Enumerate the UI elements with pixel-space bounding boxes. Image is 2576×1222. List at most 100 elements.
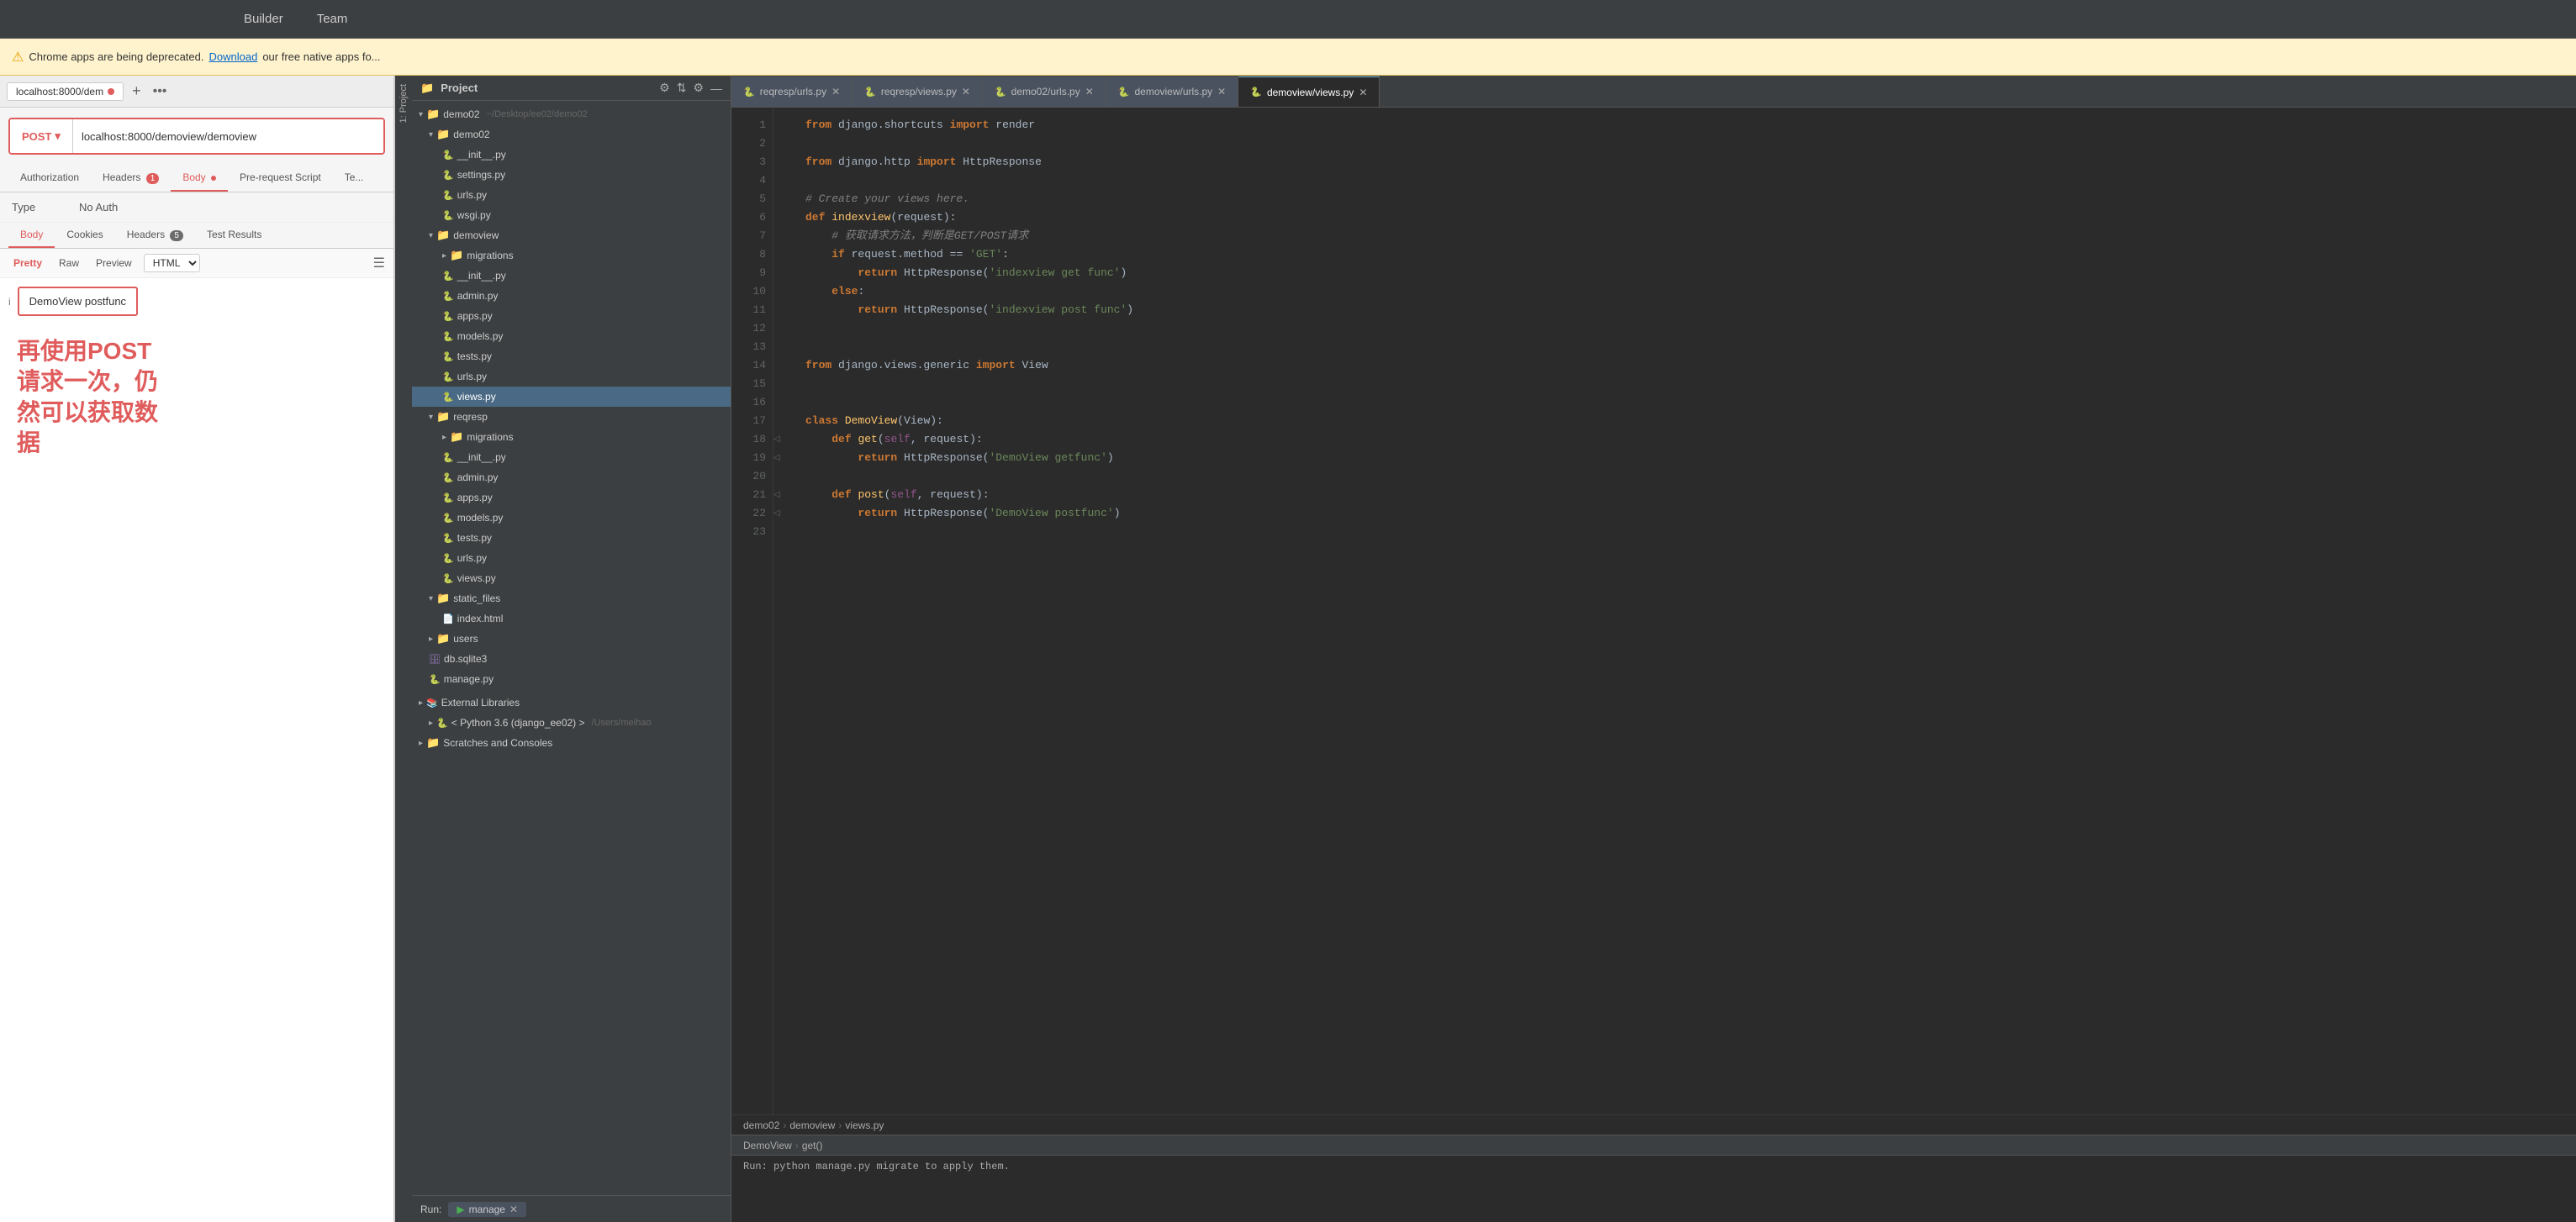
postman-panel: localhost:8000/dem + ••• POST ▾ Authoriz… xyxy=(0,76,395,1222)
root-label: demo02 xyxy=(443,108,479,120)
tree-tests2[interactable]: 🐍 tests.py xyxy=(412,528,731,548)
chinese-annotation: 再使用POST请求一次，仍然可以获取数据 xyxy=(8,319,385,467)
tab-body[interactable]: Body xyxy=(171,165,228,192)
tab-more-button[interactable]: ••• xyxy=(150,84,171,99)
tab-headers[interactable]: Headers 1 xyxy=(91,165,171,192)
body-tab-body[interactable]: Body xyxy=(8,223,55,248)
breadcrumb-item3: views.py xyxy=(845,1119,884,1131)
tree-python36[interactable]: ▸ 🐍 < Python 3.6 (django_ee02) > /Users/… xyxy=(412,713,731,733)
tree-init1[interactable]: 🐍 __init__.py xyxy=(412,145,731,165)
tab-demoview-views[interactable]: 🐍 demoview/views.py ✕ xyxy=(1238,76,1380,107)
body-tabs: Body Cookies Headers 5 Test Results xyxy=(0,223,393,249)
tree-admin2[interactable]: 🐍 admin.py xyxy=(412,467,731,487)
body-dot xyxy=(211,176,216,181)
tree-migrations2[interactable]: ▸ 📁 migrations xyxy=(412,427,731,447)
response-text: DemoView postfunc xyxy=(29,295,126,308)
builder-label: Builder xyxy=(244,12,283,26)
format-select[interactable]: HTML JSON XML Text xyxy=(144,254,200,272)
top-bar: Builder Team xyxy=(0,0,2576,39)
tab-demoview-urls[interactable]: 🐍 demoview/urls.py ✕ xyxy=(1106,76,1238,107)
demoview-breadcrumb: DemoView xyxy=(743,1140,792,1151)
tree-users[interactable]: ▸ 📁 users xyxy=(412,629,731,649)
url-input[interactable] xyxy=(73,119,383,153)
code-area: 12345 678910 1112131415 1617181920 21222… xyxy=(731,108,2576,1222)
tab-localhost[interactable]: localhost:8000/dem xyxy=(7,82,124,101)
tree-init3[interactable]: 🐍 __init__.py xyxy=(412,447,731,467)
format-tabs: Pretty Raw Preview HTML JSON XML Text ☰ xyxy=(0,249,393,278)
tree-admin1[interactable]: 🐍 admin.py xyxy=(412,286,731,306)
headers-badge: 1 xyxy=(146,173,160,184)
gear-icon[interactable]: ⚙ xyxy=(693,81,704,95)
body-tab-cookies[interactable]: Cookies xyxy=(55,223,114,248)
tree-urls1[interactable]: 🐍 urls.py xyxy=(412,185,731,205)
tree-settings[interactable]: 🐍 settings.py xyxy=(412,165,731,185)
tree-ext-libs[interactable]: ▸ 📚 External Libraries xyxy=(412,693,731,713)
project-title: Project xyxy=(441,82,652,94)
tree-manage[interactable]: 🐍 manage.py xyxy=(412,669,731,689)
minimize-icon[interactable]: — xyxy=(710,82,722,95)
tab-demo02-urls[interactable]: 🐍 demo02/urls.py ✕ xyxy=(983,76,1106,107)
tree-scratches[interactable]: ▸ 📁 Scratches and Consoles xyxy=(412,733,731,753)
type-row: Type No Auth xyxy=(0,192,393,223)
main-layout: localhost:8000/dem + ••• POST ▾ Authoriz… xyxy=(0,76,2576,1222)
breadcrumb-bar: demo02 › demoview › views.py xyxy=(731,1114,2576,1135)
editor-tabs: 🐍 reqresp/urls.py ✕ 🐍 reqresp/views.py ✕… xyxy=(731,76,2576,108)
unsaved-dot xyxy=(108,88,114,95)
output-panel: Run: python manage.py migrate to apply t… xyxy=(731,1155,2576,1222)
tree-views2[interactable]: 🐍 views.py xyxy=(412,568,731,588)
run-tab[interactable]: ▶ manage ✕ xyxy=(448,1202,526,1217)
tab-reqresp-views[interactable]: 🐍 reqresp/views.py ✕ xyxy=(853,76,983,107)
method-chevron: ▾ xyxy=(55,129,61,143)
tree-apps2[interactable]: 🐍 apps.py xyxy=(412,487,731,508)
line-indicator: i xyxy=(8,296,11,308)
tree-demo02[interactable]: ▾ 📁 demo02 xyxy=(412,124,731,145)
tree-migrations1[interactable]: ▸ 📁 migrations xyxy=(412,245,731,266)
method-button[interactable]: POST ▾ xyxy=(10,119,73,153)
tab-bar: localhost:8000/dem + ••• xyxy=(0,76,393,108)
settings-icon[interactable]: ⚙ xyxy=(659,81,670,95)
body-tab-test-results[interactable]: Test Results xyxy=(195,223,273,248)
body-tab-headers[interactable]: Headers 5 xyxy=(115,223,195,248)
warning-rest: our free native apps fo... xyxy=(262,50,380,63)
tab-authorization[interactable]: Authorization xyxy=(8,165,91,192)
tab-pre-request[interactable]: Pre-request Script xyxy=(228,165,333,192)
request-tabs: Authorization Headers 1 Body Pre-request… xyxy=(0,165,393,192)
warning-link[interactable]: Download xyxy=(209,50,257,63)
tree-wsgi[interactable]: 🐍 wsgi.py xyxy=(412,205,731,225)
format-icon[interactable]: ☰ xyxy=(373,255,385,271)
warning-text: Chrome apps are being deprecated. xyxy=(29,50,203,63)
tab-tests[interactable]: Te... xyxy=(333,165,376,192)
vertical-project-tab[interactable]: 1: Project xyxy=(395,76,412,1222)
split-icon[interactable]: ⇅ xyxy=(677,81,687,95)
tree-views1[interactable]: 🐍 views.py xyxy=(412,387,731,407)
response-area: i DemoView postfunc 再使用POST请求一次，仍然可以获取数据 xyxy=(0,278,393,1222)
tree-urls3[interactable]: 🐍 urls.py xyxy=(412,548,731,568)
fmt-raw[interactable]: Raw xyxy=(54,255,84,271)
tree-urls2[interactable]: 🐍 urls.py xyxy=(412,366,731,387)
tree-tests1[interactable]: 🐍 tests.py xyxy=(412,346,731,366)
tab-reqresp-urls[interactable]: 🐍 reqresp/urls.py ✕ xyxy=(731,76,853,107)
file-tree-header: 📁 Project ⚙ ⇅ ⚙ — xyxy=(412,76,731,101)
tree-index-html[interactable]: 📄 index.html xyxy=(412,608,731,629)
tree-root[interactable]: ▾ 📁 demo02 ~/Desktop/ee02/demo02 xyxy=(412,104,731,124)
code-editor[interactable]: from django.shortcuts import render from… xyxy=(794,108,2576,1114)
breadcrumb-item1: demo02 xyxy=(743,1119,779,1131)
tree-models2[interactable]: 🐍 models.py xyxy=(412,508,731,528)
tree-demoview[interactable]: ▾ 📁 demoview xyxy=(412,225,731,245)
response-box: DemoView postfunc xyxy=(18,287,138,316)
tree-reqresp[interactable]: ▾ 📁 reqresp xyxy=(412,407,731,427)
fmt-preview[interactable]: Preview xyxy=(91,255,137,271)
tree-static[interactable]: ▾ 📁 static_files xyxy=(412,588,731,608)
warning-bar: ⚠ Chrome apps are being deprecated. Down… xyxy=(0,39,2576,76)
tree-db[interactable]: 🗄 db.sqlite3 xyxy=(412,649,731,669)
line-numbers: 12345 678910 1112131415 1617181920 21222… xyxy=(731,108,773,1114)
file-tree-body: ▾ 📁 demo02 ~/Desktop/ee02/demo02 ▾ 📁 dem… xyxy=(412,101,731,1195)
tab-add-button[interactable]: + xyxy=(129,82,145,100)
tree-init2[interactable]: 🐍 __init__.py xyxy=(412,266,731,286)
gutter: ◁ ◁ ◁ ◁ xyxy=(773,108,794,1114)
project-tab-label: 1: Project xyxy=(399,84,409,123)
fmt-pretty[interactable]: Pretty xyxy=(8,255,47,271)
tree-apps1[interactable]: 🐍 apps.py xyxy=(412,306,731,326)
run-tab-close[interactable]: ✕ xyxy=(509,1204,518,1215)
tree-models1[interactable]: 🐍 models.py xyxy=(412,326,731,346)
